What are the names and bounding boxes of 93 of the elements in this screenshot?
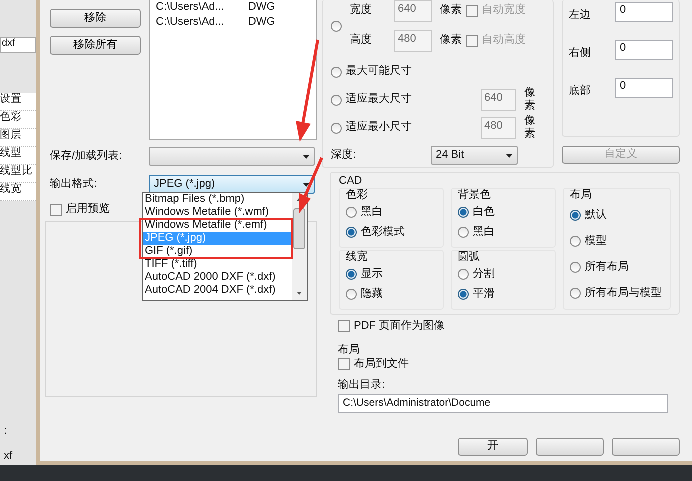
group-title: 线宽 xyxy=(346,251,369,264)
field-label: 左边 xyxy=(569,8,592,22)
unit-label: 像素 xyxy=(440,4,462,18)
radio-button[interactable] xyxy=(458,288,469,300)
radio-label: 隐藏 xyxy=(361,288,383,302)
dropdown-option[interactable]: Windows Metafile (*.wmf) xyxy=(143,206,292,219)
number-field[interactable]: 640 xyxy=(480,89,516,111)
field-label: 深度: xyxy=(331,148,358,162)
radio-label: 适应最小尺寸 xyxy=(346,121,413,135)
radio-button[interactable] xyxy=(331,66,342,78)
file-type: DWG xyxy=(248,1,276,15)
checkbox-label: 自动宽度 xyxy=(482,4,526,18)
field-label: : xyxy=(3,424,8,438)
radio-button[interactable] xyxy=(331,94,342,106)
annotation-arrow xyxy=(299,157,324,214)
radio-label: 模型 xyxy=(585,234,607,248)
dropdown[interactable]: 24 Bit xyxy=(431,146,518,165)
field-label: 输出目录: xyxy=(338,378,386,392)
field-label: 保存/加载列表: xyxy=(50,150,124,164)
dialog-button[interactable]: 开 xyxy=(458,438,528,456)
field-label: 输出格式: xyxy=(50,178,98,192)
remove-button[interactable]: 移除 xyxy=(50,9,141,28)
file-path[interactable]: C:\Users\Ad... xyxy=(156,16,224,31)
radio-button[interactable] xyxy=(346,206,357,218)
checkbox[interactable] xyxy=(466,5,478,17)
checkbox-label: 启用预览 xyxy=(66,203,110,216)
caret-icon xyxy=(506,154,513,158)
radio-label: 平滑 xyxy=(473,288,495,302)
radio-label: 适应最大尺寸 xyxy=(346,93,413,107)
number-field[interactable]: 0 xyxy=(615,2,673,22)
radio-button[interactable] xyxy=(458,226,469,238)
number-field[interactable]: 0 xyxy=(615,78,673,98)
dropdown-option[interactable]: AutoCAD 2004 DXF (*.dxf) xyxy=(143,284,292,297)
caret-icon xyxy=(303,182,310,186)
path-field[interactable]: C:\Users\Administrator\Docume xyxy=(338,394,668,413)
radio-button[interactable] xyxy=(346,268,357,280)
radio-label: 显示 xyxy=(361,268,383,282)
field-label: 右侧 xyxy=(569,46,592,60)
radio-button[interactable] xyxy=(458,206,469,218)
dropdown-option[interactable]: GIF (*.gif) xyxy=(143,245,292,258)
checkbox-label: PDF 页面作为图像 xyxy=(354,320,446,333)
radio-button[interactable] xyxy=(331,20,342,32)
group-title: 圆弧 xyxy=(458,251,481,264)
scrollbar[interactable] xyxy=(292,193,307,300)
checkbox[interactable] xyxy=(50,204,62,216)
radio-label: 色彩模式 xyxy=(361,226,405,239)
dropdown[interactable] xyxy=(149,147,315,166)
group-title: CAD xyxy=(339,175,364,188)
dropdown-option[interactable]: AutoCAD 2000 DXF (*.dxf) xyxy=(143,271,292,284)
checkbox-label: 布局到文件 xyxy=(354,358,409,371)
dropdown-option[interactable]: TIFF (*.tiff) xyxy=(143,258,292,271)
caret-icon xyxy=(303,154,310,158)
dropdown-option[interactable]: Windows Metafile (*.emf) xyxy=(143,219,292,232)
radio-button[interactable] xyxy=(570,236,581,247)
radio-label: 黑白 xyxy=(473,226,495,239)
field-label: 底部 xyxy=(569,84,592,98)
radio-label: 白色 xyxy=(473,206,495,219)
group-title: 背景色 xyxy=(458,189,492,202)
number-field[interactable]: 480 xyxy=(480,117,516,139)
radio-label: 分割 xyxy=(473,268,495,282)
radio-label: 黑白 xyxy=(361,206,383,219)
radio-button[interactable] xyxy=(331,122,342,134)
radio-button[interactable] xyxy=(346,226,357,238)
radio-button[interactable] xyxy=(570,210,581,221)
radio-label: 所有布局与模型 xyxy=(585,286,662,300)
group-title: 色彩 xyxy=(346,189,369,202)
radio-button[interactable] xyxy=(570,262,581,273)
unit-label: 像素 xyxy=(524,114,536,142)
radio-button[interactable] xyxy=(570,288,581,299)
unit-label: 像素 xyxy=(440,34,462,48)
radio-label: 所有布局 xyxy=(585,260,629,274)
checkbox[interactable] xyxy=(338,320,350,332)
number-field[interactable]: 480 xyxy=(394,30,432,52)
checkbox[interactable] xyxy=(338,358,350,370)
field-label: 高度 xyxy=(350,34,373,48)
checkbox[interactable] xyxy=(466,35,478,47)
file-path[interactable]: C:\Users\Ad... xyxy=(156,1,224,16)
checkbox-label: 自动高度 xyxy=(482,34,526,48)
status-text: xf xyxy=(3,450,14,463)
tab-label[interactable]: dxf xyxy=(0,37,36,53)
number-field[interactable]: 640 xyxy=(394,0,432,22)
group-title: 布局 xyxy=(338,344,361,358)
radio-label: 默认 xyxy=(585,208,607,222)
remove-button[interactable]: 移除所有 xyxy=(50,36,141,55)
file-type: DWG xyxy=(248,16,276,30)
field-label: 宽度 xyxy=(350,4,373,18)
radio-button[interactable] xyxy=(346,288,357,300)
radio-label: 最大可能尺寸 xyxy=(346,65,412,79)
number-field[interactable]: 0 xyxy=(615,40,673,60)
unit-label: 像素 xyxy=(524,86,536,114)
dropdown-option[interactable]: Bitmap Files (*.bmp) xyxy=(143,193,292,206)
radio-button[interactable] xyxy=(458,268,469,280)
group-title: 布局 xyxy=(570,189,593,202)
